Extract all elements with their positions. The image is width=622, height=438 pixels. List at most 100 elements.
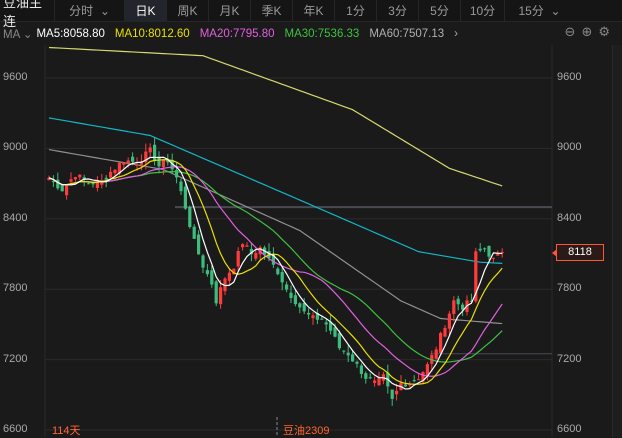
tab-3min[interactable]: 3分	[376, 0, 418, 22]
candle-body	[280, 272, 284, 283]
ma60-value: MA60:7507.13	[369, 27, 445, 40]
candle-body	[175, 170, 179, 178]
candle-body	[210, 270, 214, 285]
ma20-line	[48, 166, 503, 377]
ma10-line	[48, 159, 503, 385]
candle-body	[337, 333, 341, 349]
candle-body	[87, 183, 91, 185]
candle-body	[311, 315, 315, 319]
candle-body	[188, 206, 192, 227]
zoom-in-icon[interactable]: ⊕	[581, 24, 592, 40]
candle-body	[483, 248, 487, 250]
candle-body	[153, 144, 157, 162]
candle-body	[183, 186, 187, 209]
candle-body	[403, 384, 407, 387]
candle-body	[73, 177, 77, 180]
y-tick-left: 8400	[3, 211, 28, 224]
candle-body	[342, 350, 346, 352]
gear-icon[interactable]: ⚙	[598, 24, 610, 40]
candle-body	[439, 332, 443, 353]
ma-selector[interactable]: MA ⌄	[3, 27, 32, 41]
candle-body	[443, 327, 447, 337]
period-toolbar: 豆油主连 分时 ⌄ 日K 周K 月K 季K 年K 1分 3分 5分 10分 15…	[0, 0, 622, 29]
tab-daily[interactable]: 日K	[124, 0, 166, 22]
ma10-value: MA10:8012.60	[114, 27, 190, 40]
tab-5min[interactable]: 5分	[418, 0, 460, 22]
chevron-down-icon: ⌄	[99, 3, 110, 18]
tab-weekly[interactable]: 周K	[166, 0, 208, 22]
candle-body	[219, 287, 223, 305]
ma-legend: MA ⌄ MA5:8058.80 MA10:8012.60 MA20:7795.…	[0, 22, 622, 45]
tab-10min[interactable]: 10分	[460, 0, 504, 22]
ma60-line	[48, 148, 503, 325]
long-ma-line	[48, 46, 503, 187]
tab-15min[interactable]: 15分 ⌄	[504, 0, 574, 22]
candle-body	[390, 389, 394, 399]
y-tick-right: 7800	[557, 282, 582, 295]
candle-body	[346, 352, 350, 356]
candle-body	[452, 300, 456, 315]
y-tick-left: 7800	[3, 282, 28, 295]
scrollbar[interactable]	[612, 45, 622, 437]
y-tick-right: 6600	[557, 423, 582, 435]
candle-body	[285, 284, 289, 290]
ma20-value: MA20:7795.80	[199, 27, 275, 40]
candle-body	[320, 318, 324, 320]
candle-body	[395, 390, 399, 395]
candle-body	[78, 174, 82, 178]
y-tick-right: 8400	[557, 211, 582, 224]
y-tick-right: 9000	[557, 141, 582, 154]
candle-body	[104, 177, 108, 180]
candle-body	[126, 160, 130, 164]
candlestick-chart[interactable]	[0, 45, 612, 437]
tab-monthly[interactable]: 月K	[208, 0, 250, 22]
candle-body	[293, 295, 297, 305]
y-tick-left: 9600	[3, 71, 28, 83]
ma-cyan-line	[48, 117, 503, 264]
candle-body	[478, 248, 482, 251]
candle-body	[236, 250, 240, 267]
candle-body	[333, 327, 337, 337]
y-tick-right: 9600	[557, 71, 582, 83]
candle-body	[351, 354, 355, 362]
candle-body	[201, 255, 205, 268]
candle-body	[491, 257, 495, 259]
candle-body	[65, 184, 69, 196]
tab-quarterly[interactable]: 季K	[250, 0, 292, 22]
candle-body	[135, 164, 139, 166]
candle-body	[276, 268, 280, 275]
candle-body	[91, 183, 95, 185]
candle-body	[113, 169, 117, 174]
candle-body	[161, 159, 165, 167]
candle-body	[192, 226, 196, 239]
zoom-out-icon[interactable]: ⊖	[565, 24, 576, 40]
candle-body	[131, 156, 135, 162]
ma30-line	[48, 171, 503, 363]
candle-body	[412, 380, 416, 382]
candle-body	[60, 185, 64, 192]
candle-body	[298, 303, 302, 308]
ma5-value: MA5:8058.80	[36, 27, 105, 40]
tab-yearly[interactable]: 年K	[292, 0, 334, 22]
candle-body	[364, 373, 368, 379]
tab-1min[interactable]: 1分	[334, 0, 376, 22]
y-tick-right: 7200	[557, 352, 582, 365]
y-tick-left: 9000	[3, 141, 28, 154]
ma5-line	[48, 156, 503, 390]
contract-label: 豆油2309	[283, 425, 330, 437]
candle-body	[205, 270, 209, 275]
candle-body	[214, 281, 218, 304]
candle-body	[302, 303, 306, 312]
candle-body	[122, 162, 126, 165]
candle-body	[289, 292, 293, 298]
candle-body	[456, 298, 460, 305]
chevron-right-icon[interactable]: ›	[454, 28, 458, 40]
ma30-value: MA30:7536.33	[284, 27, 360, 40]
candle-body	[148, 147, 152, 153]
candle-body	[417, 379, 421, 381]
last-price-tag: 8118	[552, 244, 604, 261]
candle-body	[368, 377, 372, 379]
y-tick-left: 6600	[3, 423, 28, 435]
tab-timeshare[interactable]: 分时 ⌄	[54, 0, 124, 22]
chevron-down-icon: ⌄	[550, 3, 561, 18]
